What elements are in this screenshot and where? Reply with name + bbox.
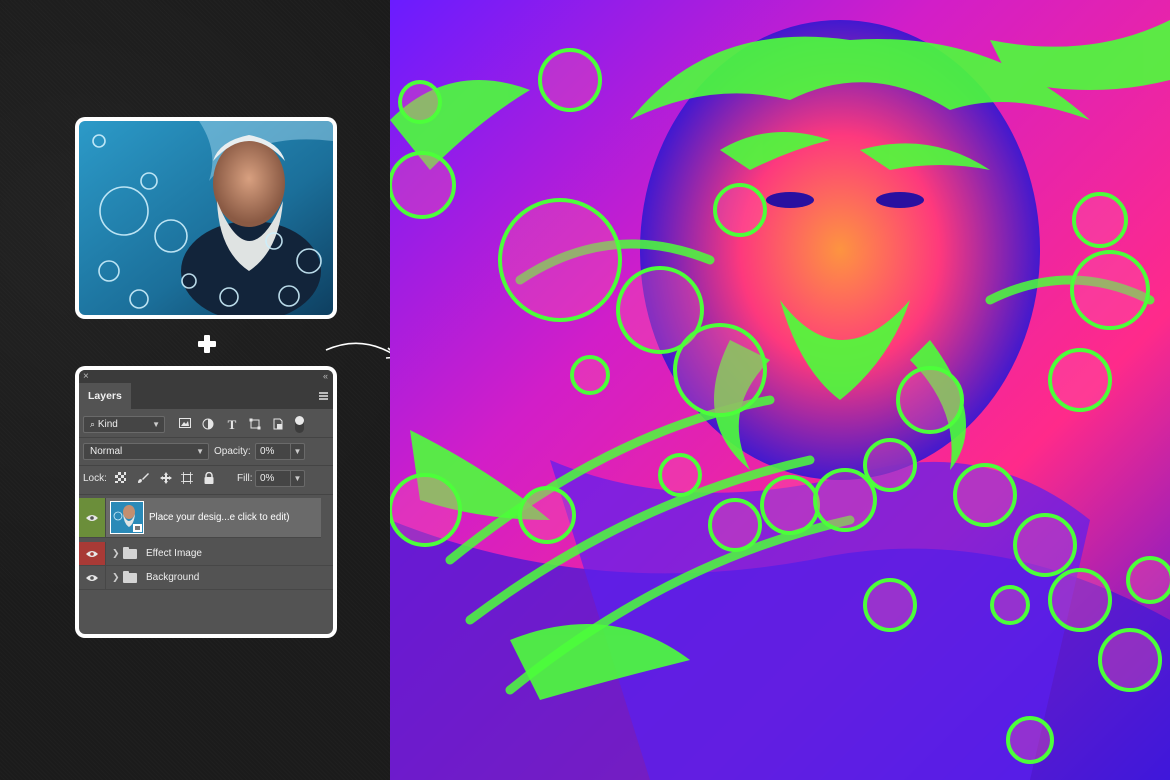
visibility-eye-icon[interactable] xyxy=(79,542,106,565)
layer-thumbnail xyxy=(110,501,144,534)
lock-position-move-icon[interactable] xyxy=(159,472,173,486)
layer-name: Background xyxy=(146,572,200,583)
source-photo-card xyxy=(75,117,337,319)
lock-label: Lock: xyxy=(83,473,107,484)
opacity-value: 0% xyxy=(260,446,275,457)
expand-chevron-icon[interactable]: ❯ xyxy=(112,566,120,589)
lock-artboard-icon[interactable] xyxy=(180,472,194,486)
opacity-field[interactable]: 0% ▼ xyxy=(255,443,305,460)
expand-chevron-icon[interactable]: ❯ xyxy=(112,542,120,565)
layers-panel-card: × « Layers ⌕ Kind ▼ T Normal ▼ Opacity: … xyxy=(75,366,337,638)
effect-result-artwork xyxy=(390,0,1170,780)
visibility-eye-icon[interactable] xyxy=(79,498,106,537)
layers-panel: × « Layers ⌕ Kind ▼ T Normal ▼ Opacity: … xyxy=(79,370,333,634)
layer-row-effect-image[interactable]: ❯ Effect Image xyxy=(79,542,333,566)
chevron-down-icon: ▼ xyxy=(152,420,160,429)
fill-value: 0% xyxy=(260,473,275,484)
lock-pixels-brush-icon[interactable] xyxy=(136,472,150,486)
shape-filter-icon[interactable] xyxy=(248,418,262,432)
type-filter-icon[interactable]: T xyxy=(225,418,239,432)
smart-object-filter-icon[interactable] xyxy=(271,418,285,432)
fill-dropdown-icon[interactable]: ▼ xyxy=(290,471,304,486)
search-icon: ⌕ xyxy=(90,419,96,429)
layer-name: Effect Image xyxy=(146,548,202,559)
adjustment-filter-icon[interactable] xyxy=(201,418,215,432)
layer-name: Place your desig...e click to edit) xyxy=(149,512,290,523)
plus-icon xyxy=(198,335,216,353)
visibility-eye-icon[interactable] xyxy=(79,566,106,589)
panel-menu-icon[interactable] xyxy=(319,392,328,400)
filter-kind-label: Kind xyxy=(97,419,118,430)
opacity-label: Opacity: xyxy=(214,446,251,457)
lock-all-icon[interactable] xyxy=(202,471,216,486)
fill-label: Fill: xyxy=(237,473,253,484)
layer-row-background[interactable]: ❯ Background xyxy=(79,566,333,590)
panel-title-strip: × « xyxy=(79,370,333,383)
panel-tab-row: Layers xyxy=(79,383,333,409)
panel-close-icon[interactable]: × xyxy=(83,370,89,383)
fill-field[interactable]: 0% ▼ xyxy=(255,470,305,487)
folder-icon xyxy=(123,571,137,583)
filter-toggle-icon[interactable] xyxy=(295,416,304,433)
chevron-down-icon: ▼ xyxy=(196,447,204,456)
blend-mode-value: Normal xyxy=(90,446,123,457)
source-portrait-photo xyxy=(79,121,333,315)
layer-row-smart-object[interactable]: Place your desig...e click to edit) xyxy=(79,498,321,538)
filter-kind-select[interactable]: ⌕ Kind ▼ xyxy=(83,416,165,433)
panel-collapse-icon[interactable]: « xyxy=(323,370,328,383)
lock-transparency-icon[interactable] xyxy=(113,472,127,486)
image-filter-icon[interactable] xyxy=(178,418,192,432)
folder-icon xyxy=(123,547,137,559)
opacity-dropdown-icon[interactable]: ▼ xyxy=(290,444,304,459)
tab-layers[interactable]: Layers xyxy=(79,383,131,409)
blend-mode-select[interactable]: Normal ▼ xyxy=(83,443,209,460)
